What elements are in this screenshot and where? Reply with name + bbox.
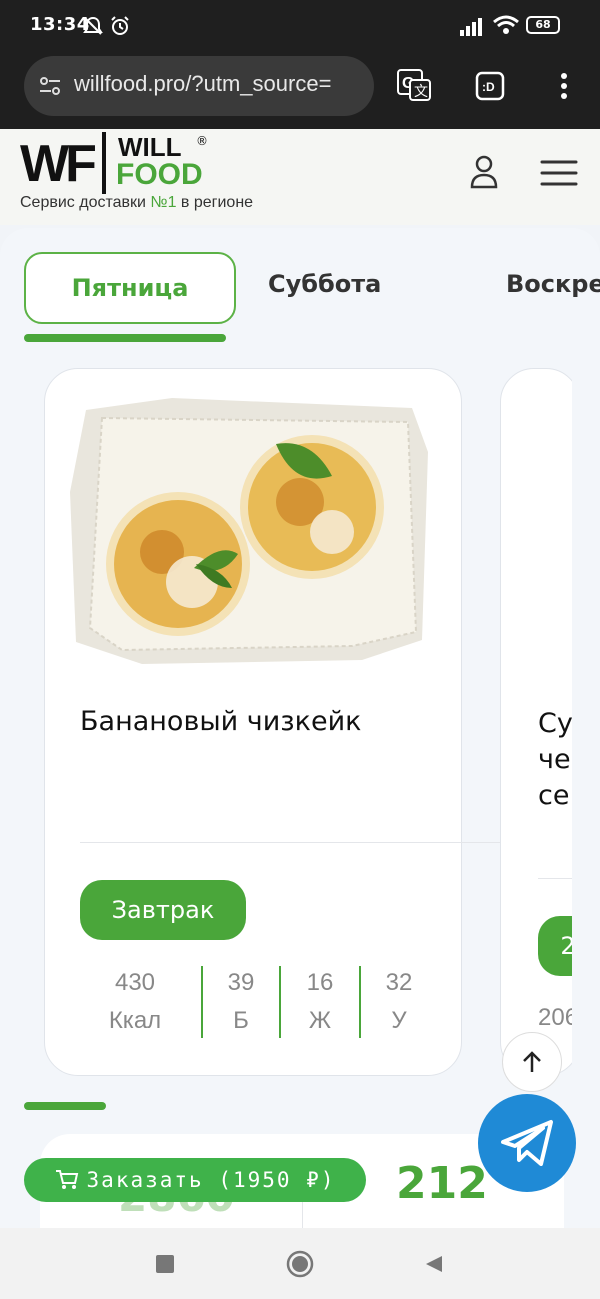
logo-word-will: WILL [118,132,182,162]
tab-friday[interactable]: Пятница [24,252,236,324]
site-settings-icon[interactable] [38,74,62,98]
cart-icon [55,1170,78,1189]
nutrition-carbs: 32 У [385,969,413,1034]
telegram-icon [501,1120,553,1166]
nutrition-kcal: 430 Ккал [108,969,162,1034]
registered-mark: ® [196,134,208,148]
dish-image [70,398,428,664]
alarm-icon [111,16,129,35]
scroll-to-top-button[interactable] [502,1032,562,1092]
logo-mark: WF [20,135,97,193]
nutrition-protein: 39 Б [227,969,255,1034]
home-button[interactable] [286,1250,314,1278]
logo-word-food: FOOD [116,158,203,191]
site-tagline: Сервис доставки №1 в регионе [20,194,254,211]
translate-icon[interactable]: G 文 [396,68,432,102]
tab-saturday[interactable]: Суббота [268,270,381,298]
signal-icon [460,18,482,36]
order-button-label: Заказать (1950 ₽) [86,1168,336,1192]
user-account-icon[interactable] [468,154,500,190]
arrow-up-icon [523,1051,541,1072]
card-divider [80,842,500,843]
svg-text::D: :D [482,80,495,94]
wifi-icon [493,15,519,34]
more-menu-icon[interactable] [554,70,574,102]
url-text[interactable]: willfood.pro/?utm_source= [74,71,331,97]
telegram-button[interactable] [478,1094,576,1192]
back-button[interactable] [424,1254,444,1274]
battery-indicator: 68 [526,16,560,34]
carousel-indicator [24,1102,106,1110]
dish-title: Банановый чизкейк [80,706,362,737]
nutrition-fat: 16 Ж [306,969,334,1034]
tabs-count-icon[interactable]: :D [474,70,506,102]
site-logo[interactable]: WF WILL FOOD ® [20,132,220,196]
meal-type-badge[interactable]: Завтрак [80,880,246,940]
logo-divider [102,132,106,194]
order-button[interactable]: Заказать (1950 ₽) [24,1158,366,1202]
summary-number: 212 [396,1158,488,1209]
hamburger-menu-icon[interactable] [540,158,578,188]
svg-text:文: 文 [414,83,428,99]
status-time: 13:34 [30,14,90,35]
muted-bell-icon [83,16,103,35]
active-tab-indicator [24,334,226,342]
tab-sunday[interactable]: Воскре [506,270,600,298]
recents-button[interactable] [156,1255,174,1273]
carousel-edge [572,360,600,1090]
